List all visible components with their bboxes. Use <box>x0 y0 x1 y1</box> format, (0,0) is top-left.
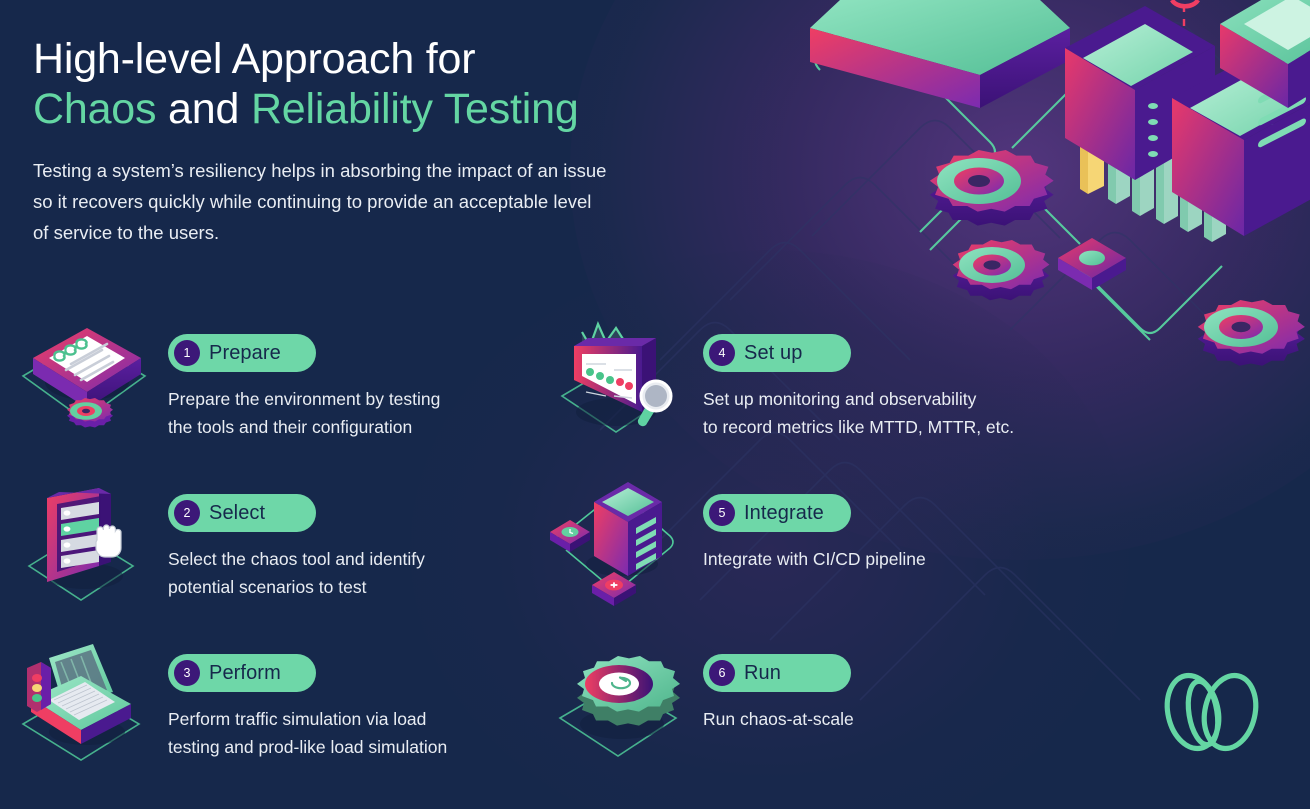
step-body: 3 Perform Perform traffic simulation via… <box>168 636 447 762</box>
monitoring-dashboard-magnifier-icon <box>535 316 703 453</box>
step-select: 2 Select Select the chaos tool and ident… <box>0 476 535 613</box>
step-run: 6 Run Run chaos-at-scale <box>535 636 1110 773</box>
page-title-line-2: Chaos and Reliability Testing <box>33 84 673 134</box>
clipboard-checklist-gear-icon <box>0 316 168 453</box>
title-connector: and <box>156 85 251 134</box>
step-label: Perform <box>209 661 281 684</box>
step-badge-integrate[interactable]: 5 Integrate <box>703 494 851 532</box>
page-subtitle: Testing a system’s resiliency helps in a… <box>33 159 607 243</box>
server-pipeline-nodes-icon <box>535 476 703 613</box>
step-body: 6 Run Run chaos-at-scale <box>703 636 854 733</box>
step-prepare: 1 Prepare Prepare the environment by tes… <box>0 316 535 453</box>
header: High-level Approach for Chaos and Reliab… <box>33 34 673 248</box>
step-description: Run chaos-at-scale <box>703 709 854 729</box>
selection-list-cursor-icon <box>0 476 168 613</box>
step-label: Set up <box>744 341 803 364</box>
step-badge-select[interactable]: 2 Select <box>168 494 316 532</box>
step-badge-run[interactable]: 6 Run <box>703 654 851 692</box>
step-integrate: 5 Integrate Integrate with CI/CD pipelin… <box>535 476 1110 613</box>
step-description: Prepare the environment by testing the t… <box>168 389 441 438</box>
steps-grid: 1 Prepare Prepare the environment by tes… <box>0 316 1150 773</box>
step-row: 3 Perform Perform traffic simulation via… <box>0 636 1150 773</box>
step-number: 6 <box>709 660 735 686</box>
step-label: Run <box>744 661 781 684</box>
step-label: Integrate <box>744 501 824 524</box>
step-badge-set-up[interactable]: 4 Set up <box>703 334 851 372</box>
title-keyword-chaos: Chaos <box>33 85 157 134</box>
step-set-up: 4 Set up Set up monitoring and observabi… <box>535 316 1110 453</box>
step-number: 5 <box>709 500 735 526</box>
step-badge-perform[interactable]: 3 Perform <box>168 654 316 692</box>
step-row: 2 Select Select the chaos tool and ident… <box>0 476 1150 613</box>
interlocking-loops-logo <box>1159 667 1264 757</box>
step-description: Perform traffic simulation via load test… <box>168 709 448 758</box>
step-description: Select the chaos tool and identify poten… <box>168 549 425 598</box>
step-body: 1 Prepare Prepare the environment by tes… <box>168 316 440 442</box>
gear-power-button-icon <box>535 636 703 773</box>
step-row: 1 Prepare Prepare the environment by tes… <box>0 316 1150 453</box>
step-number: 3 <box>174 660 200 686</box>
step-label: Prepare <box>209 341 281 364</box>
step-description: Integrate with CI/CD pipeline <box>703 549 926 569</box>
step-number: 4 <box>709 340 735 366</box>
step-label: Select <box>209 501 266 524</box>
laptop-traffic-light-icon <box>0 636 168 773</box>
step-perform: 3 Perform Perform traffic simulation via… <box>0 636 535 773</box>
step-badge-prepare[interactable]: 1 Prepare <box>168 334 316 372</box>
step-body: 4 Set up Set up monitoring and observabi… <box>703 316 1014 442</box>
step-description: Set up monitoring and observability to r… <box>703 389 1015 438</box>
step-number: 2 <box>174 500 200 526</box>
step-body: 2 Select Select the chaos tool and ident… <box>168 476 425 602</box>
title-keyword-reliability-testing: Reliability Testing <box>250 85 579 134</box>
step-number: 1 <box>174 340 200 366</box>
page-title-line-1: High-level Approach for <box>33 35 476 83</box>
step-body: 5 Integrate Integrate with CI/CD pipelin… <box>703 476 926 573</box>
